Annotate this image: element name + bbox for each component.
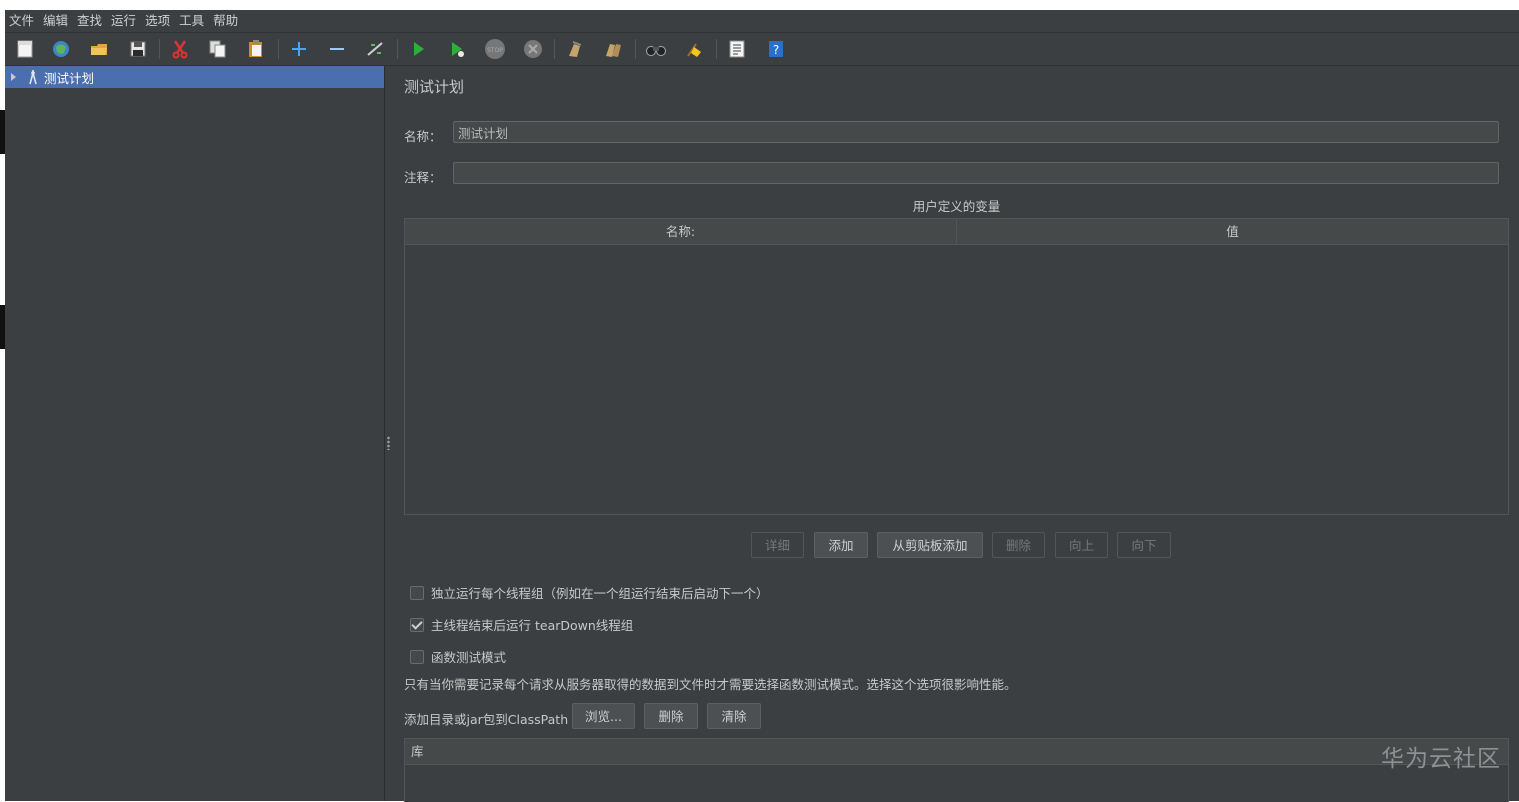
collapse-icon[interactable] (325, 37, 349, 61)
move-down-button[interactable]: 向下 (1117, 532, 1171, 558)
templates-icon[interactable] (49, 37, 73, 61)
new-icon[interactable] (13, 37, 37, 61)
save-icon[interactable] (126, 37, 150, 61)
toggle-icon[interactable] (363, 37, 387, 61)
test-plan-panel: 测试计划 名称： 注释： 用户定义的变量 名称: 值 详细 添加 从剪贴板添加 … (393, 66, 1519, 802)
menu-tools[interactable]: 工具 (175, 10, 209, 32)
table-header: 名称: 值 (405, 219, 1508, 245)
expand-arrow-icon[interactable] (11, 73, 16, 81)
library-table[interactable]: 库 (404, 738, 1509, 802)
stop-icon[interactable]: STOP (483, 37, 507, 61)
delete-classpath-button[interactable]: 删除 (644, 703, 698, 729)
add-button[interactable]: 添加 (814, 532, 868, 558)
watermark: 华为云社区 (1381, 746, 1501, 772)
functional-mode-option[interactable]: 函数测试模式 (410, 647, 506, 666)
reset-search-icon[interactable] (682, 37, 706, 61)
menu-search[interactable]: 查找 (73, 10, 107, 32)
menu-options[interactable]: 选项 (141, 10, 175, 32)
move-up-button[interactable]: 向上 (1055, 532, 1108, 558)
functional-mode-label: 函数测试模式 (431, 650, 507, 665)
classpath-label: 添加目录或jar包到ClassPath (404, 712, 569, 727)
clear-icon[interactable] (563, 37, 587, 61)
functional-mode-checkbox[interactable] (410, 649, 424, 664)
splitter-grip-icon[interactable] (387, 436, 390, 450)
delete-variable-button[interactable]: 删除 (992, 532, 1045, 558)
test-plan-icon (29, 69, 37, 85)
serialize-option[interactable]: 独立运行每个线程组（例如在一个组运行结束后启动下一个） (410, 583, 769, 602)
help-icon[interactable]: ? (764, 37, 788, 61)
comment-label: 注释： (404, 170, 442, 185)
teardown-checkbox[interactable] (410, 617, 424, 632)
start-icon[interactable] (406, 37, 430, 61)
cut-icon[interactable] (168, 37, 192, 61)
jmeter-window: 文件 编辑 查找 运行 选项 工具 帮助 STOP ? 测试计划 测试计划 名称… (5, 10, 1519, 802)
search-icon[interactable] (644, 37, 668, 61)
toolbar-separator (278, 39, 279, 59)
toolbar-separator (397, 39, 398, 59)
serialize-label: 独立运行每个线程组（例如在一个组运行结束后启动下一个） (431, 586, 769, 601)
comment-input[interactable] (453, 162, 1499, 184)
clear-classpath-button[interactable]: 清除 (707, 703, 761, 729)
menu-run[interactable]: 运行 (107, 10, 141, 32)
clear-all-icon[interactable] (601, 37, 625, 61)
tree-node-label: 测试计划 (44, 70, 95, 86)
menu-edit[interactable]: 编辑 (39, 10, 73, 32)
copy-icon[interactable] (206, 37, 230, 61)
shutdown-icon[interactable] (521, 37, 545, 61)
toolbar-separator (554, 39, 555, 59)
svg-text:?: ? (773, 43, 779, 57)
name-input[interactable] (453, 121, 1499, 143)
expand-icon[interactable] (287, 37, 311, 61)
detail-button[interactable]: 详细 (751, 532, 804, 558)
add-from-clipboard-button[interactable]: 从剪贴板添加 (877, 532, 983, 558)
toolbar-separator (159, 39, 160, 59)
column-header-library[interactable]: 库 (405, 739, 1508, 765)
browse-button[interactable]: 浏览... (572, 703, 635, 729)
menu-bar: 文件 编辑 查找 运行 选项 工具 帮助 (5, 10, 1519, 33)
teardown-label: 主线程结束后运行 tearDown线程组 (431, 618, 634, 633)
open-icon[interactable] (87, 37, 111, 61)
page-title: 测试计划 (404, 78, 465, 96)
teardown-option[interactable]: 主线程结束后运行 tearDown线程组 (410, 615, 633, 634)
tree-node-test-plan[interactable]: 测试计划 (5, 66, 384, 88)
toolbar-separator (716, 39, 717, 59)
toolbar-separator (635, 39, 636, 59)
test-plan-tree: 测试计划 (5, 66, 385, 801)
functional-mode-hint: 只有当你需要记录每个请求从服务器取得的数据到文件时才需要选择函数测试模式。选择这… (404, 677, 1017, 692)
paste-icon[interactable] (244, 37, 268, 61)
user-variables-title: 用户定义的变量 (912, 199, 1001, 214)
svg-text:STOP: STOP (487, 47, 503, 54)
toolbar: STOP ? (5, 33, 1519, 66)
serialize-checkbox[interactable] (410, 585, 424, 600)
name-label: 名称： (404, 129, 442, 144)
panel-splitter[interactable] (385, 66, 393, 801)
column-header-value[interactable]: 值 (956, 219, 1508, 244)
function-helper-icon[interactable] (725, 37, 749, 61)
user-variables-table[interactable]: 名称: 值 (404, 218, 1509, 515)
menu-help[interactable]: 帮助 (209, 10, 243, 32)
start-no-pause-icon[interactable] (445, 37, 469, 61)
menu-file[interactable]: 文件 (5, 10, 39, 32)
column-header-name[interactable]: 名称: (405, 219, 956, 244)
